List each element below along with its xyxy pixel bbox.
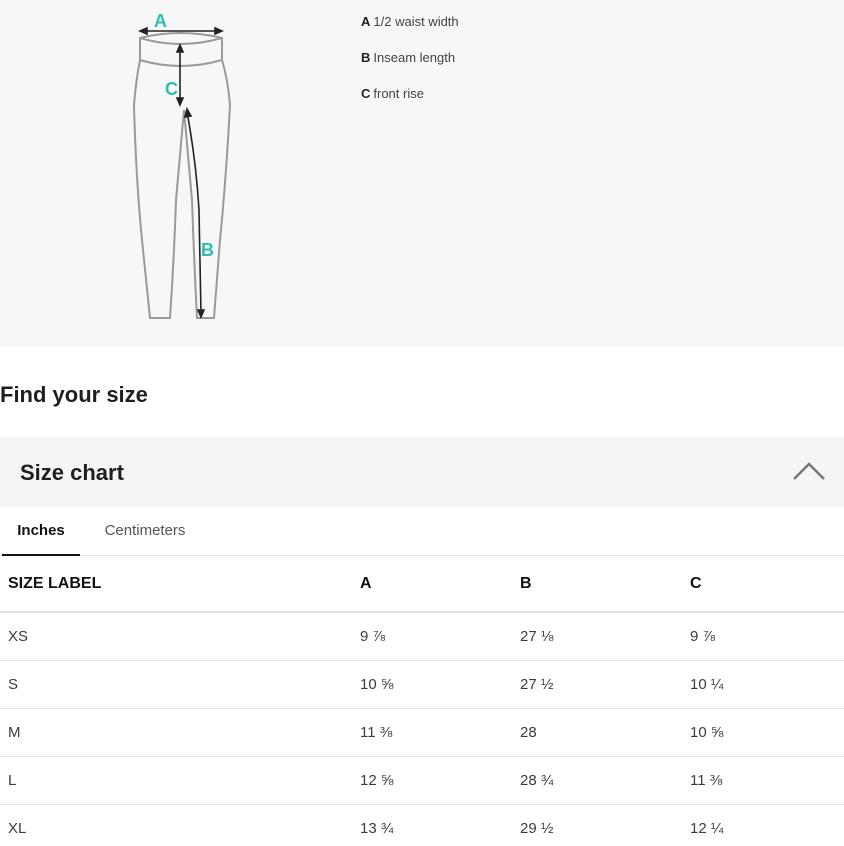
a-cell: 12 ⅝: [360, 756, 520, 805]
size-cell: XL: [0, 804, 360, 846]
leggings-diagram: A C B: [132, 11, 232, 320]
legend-item-c: Cfront rise: [361, 86, 459, 122]
tab-inches[interactable]: Inches: [2, 507, 80, 556]
table-row: L 12 ⅝ 28 ¾ 11 ⅜: [0, 756, 844, 805]
size-cell: L: [0, 756, 360, 805]
legend-key: C: [361, 86, 371, 101]
header-c: C: [690, 557, 844, 613]
size-cell: XS: [0, 612, 360, 661]
measurement-legend: A 1/2 waist width B Inseam length Cfront r…: [361, 14, 459, 122]
c-cell: 10 ¼: [690, 660, 844, 709]
waistband-line: [139, 59, 223, 67]
leggings-outline: [132, 32, 232, 319]
c-cell: 11 ⅜: [690, 756, 844, 805]
size-chart-accordion-header[interactable]: Size chart: [0, 437, 844, 507]
b-cell: 28 ¾: [520, 756, 690, 805]
legend-text: front rise: [373, 86, 424, 101]
find-size-heading: Find your size: [0, 382, 148, 407]
size-table: SIZE LABEL A B C XS 9 ⅞ 27 ⅛ 9 ⅞ S 10 ⅝ …: [0, 557, 844, 846]
c-cell: 12 ¼: [690, 804, 844, 846]
measurement-guide: A C B A 1/2 waist width B Inseam length Cf…: [0, 0, 844, 347]
a-cell: 10 ⅝: [360, 660, 520, 709]
label-b: B: [201, 240, 214, 260]
header-b: B: [520, 557, 690, 613]
table-row: S 10 ⅝ 27 ½ 10 ¼: [0, 660, 844, 709]
legend-item-b: B Inseam length: [361, 50, 459, 86]
a-cell: 13 ¾: [360, 804, 520, 846]
header-size-label: SIZE LABEL: [0, 557, 360, 613]
table-row: XS 9 ⅞ 27 ⅛ 9 ⅞: [0, 612, 844, 661]
c-cell: 10 ⅝: [690, 708, 844, 757]
unit-tabs: Inches Centimeters: [0, 507, 844, 556]
legend-key: B: [361, 50, 371, 65]
c-cell: 9 ⅞: [690, 612, 844, 661]
b-cell: 28: [520, 708, 690, 757]
label-a: A: [154, 11, 167, 31]
table-header-row: SIZE LABEL A B C: [0, 557, 844, 613]
table-row: M 11 ⅜ 28 10 ⅝: [0, 708, 844, 757]
header-a: A: [360, 557, 520, 613]
size-chart-title: Size chart: [20, 460, 124, 485]
waistband-top: [139, 37, 223, 45]
a-cell: 9 ⅞: [360, 612, 520, 661]
b-cell: 27 ⅛: [520, 612, 690, 661]
legend-item-a: A 1/2 waist width: [361, 14, 459, 50]
label-c: C: [165, 79, 178, 99]
chevron-up-icon[interactable]: [792, 459, 826, 481]
size-cell: S: [0, 660, 360, 709]
a-cell: 11 ⅜: [360, 708, 520, 757]
legend-text: Inseam length: [373, 50, 456, 65]
tab-centimeters[interactable]: Centimeters: [96, 507, 194, 556]
table-row: XL 13 ¾ 29 ½ 12 ¼: [0, 804, 844, 846]
b-cell: 27 ½: [520, 660, 690, 709]
legend-text: 1/2 waist width: [373, 14, 459, 29]
size-cell: M: [0, 708, 360, 757]
b-cell: 29 ½: [520, 804, 690, 846]
legend-key: A: [361, 14, 371, 29]
